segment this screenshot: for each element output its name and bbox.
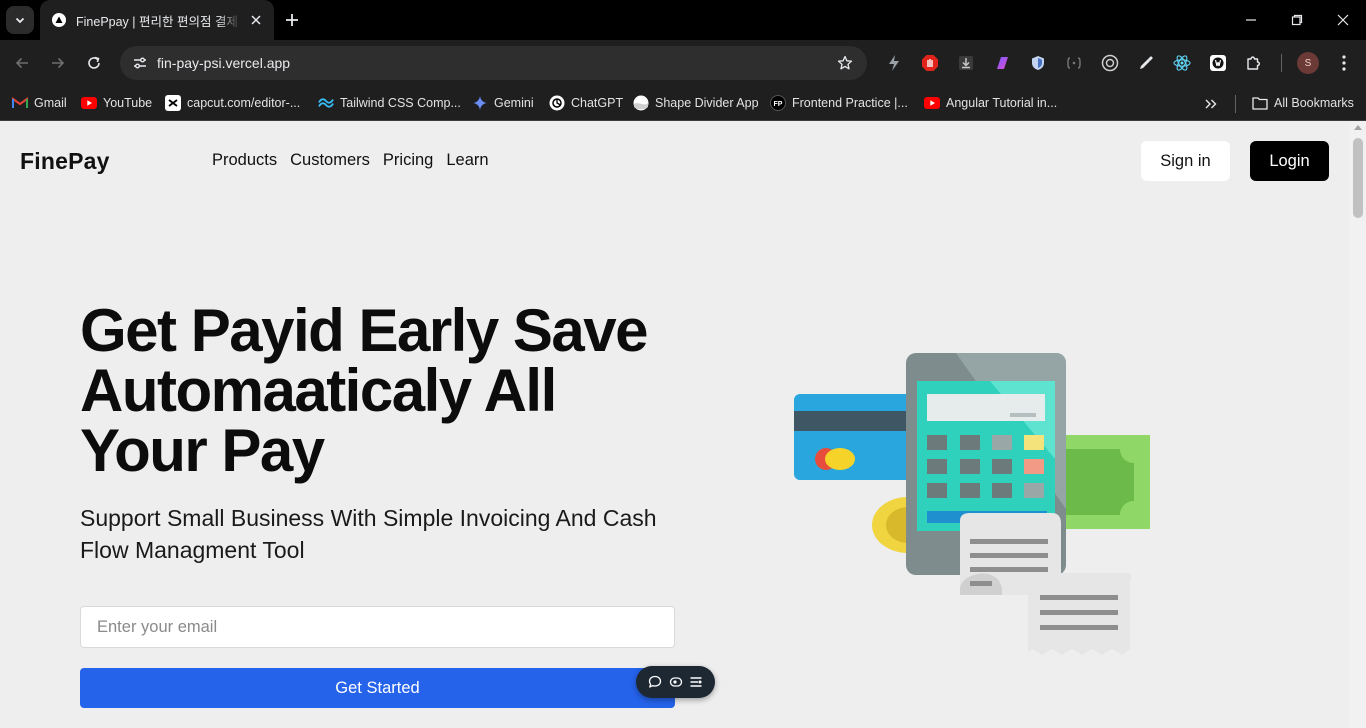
bookmark-gmail[interactable]: Gmail bbox=[12, 93, 67, 113]
brand-logo[interactable]: FinePay bbox=[20, 148, 110, 175]
folder-icon bbox=[1252, 95, 1268, 111]
bookmark-label: Tailwind CSS Comp... bbox=[340, 96, 461, 110]
bookmark-chatgpt[interactable]: ChatGPT bbox=[549, 93, 623, 113]
nav-products[interactable]: Products bbox=[212, 151, 277, 170]
scroll-thumb[interactable] bbox=[1353, 138, 1363, 218]
bookmark-label: Gemini bbox=[494, 96, 534, 110]
bookmark-label: capcut.com/editor-... bbox=[187, 96, 301, 110]
browser-tab[interactable]: FinePpay | 편리한 편의점 결제 서비스 bbox=[40, 0, 274, 40]
bookmark-youtube[interactable]: YouTube bbox=[81, 93, 152, 113]
youtube-icon bbox=[81, 95, 97, 111]
fp-icon: FP bbox=[770, 95, 786, 111]
tab-title: FinePpay | 편리한 편의점 결제 서비스 bbox=[76, 14, 242, 29]
get-started-button[interactable]: Get Started bbox=[80, 668, 675, 708]
comment-icon[interactable] bbox=[647, 674, 663, 690]
bracket-icon[interactable] bbox=[1064, 53, 1084, 73]
main-nav: Products Customers Pricing Learn bbox=[212, 151, 489, 170]
payment-terminal-illustration bbox=[794, 353, 1150, 655]
bookmark-angular[interactable]: Angular Tutorial in... bbox=[924, 93, 1057, 113]
gradient-icon[interactable] bbox=[992, 53, 1012, 73]
gemini-icon bbox=[472, 95, 488, 111]
scrollbar[interactable] bbox=[1350, 121, 1366, 728]
shape-divider-icon bbox=[633, 95, 649, 111]
tailwind-icon bbox=[318, 95, 334, 111]
stop-hand-icon[interactable] bbox=[920, 53, 940, 73]
download-icon[interactable] bbox=[956, 53, 976, 73]
youtube-icon bbox=[924, 95, 940, 111]
reload-icon[interactable] bbox=[82, 51, 106, 75]
close-icon[interactable] bbox=[248, 12, 264, 28]
forward-arrow-icon[interactable] bbox=[46, 51, 70, 75]
bookmark-tailwind[interactable]: Tailwind CSS Comp... bbox=[318, 93, 461, 113]
bookmark-label: Gmail bbox=[34, 96, 67, 110]
svg-text:FP: FP bbox=[774, 101, 783, 108]
shield-icon[interactable] bbox=[1028, 53, 1048, 73]
bookmark-capcut[interactable]: capcut.com/editor-... bbox=[165, 93, 300, 113]
react-icon[interactable] bbox=[1172, 53, 1192, 73]
wappalyzer-icon[interactable] bbox=[1208, 53, 1228, 73]
hero-title: Get Payid Early Save Automaaticaly All Y… bbox=[80, 297, 649, 484]
vercel-icon bbox=[52, 13, 66, 27]
all-bookmarks[interactable]: All Bookmarks bbox=[1252, 93, 1354, 113]
address-bar[interactable]: fin-pay-psi.vercel.app bbox=[120, 46, 867, 80]
chatgpt-icon bbox=[549, 95, 565, 111]
browser-toolbar: fin-pay-psi.vercel.app S bbox=[0, 40, 1366, 86]
floating-toolbar bbox=[636, 666, 715, 698]
hero-subtitle: Support Small Business With Simple Invoi… bbox=[80, 505, 657, 563]
receipt-icon bbox=[960, 513, 1132, 655]
eye-icon[interactable] bbox=[668, 674, 684, 690]
email-field[interactable] bbox=[80, 606, 675, 648]
nav-pricing[interactable]: Pricing bbox=[383, 151, 433, 170]
capcut-icon bbox=[165, 95, 181, 111]
nav-learn[interactable]: Learn bbox=[446, 151, 488, 170]
bookmark-label: ChatGPT bbox=[571, 96, 624, 110]
bookmark-shape-divider[interactable]: Shape Divider App bbox=[633, 93, 759, 113]
tab-search-icon[interactable] bbox=[6, 6, 34, 34]
bookmarks-bar: Gmail YouTube capcut.com/editor-... Tail… bbox=[0, 86, 1366, 121]
bolt-icon[interactable] bbox=[884, 53, 904, 73]
close-window-icon[interactable] bbox=[1333, 10, 1353, 30]
bookmark-label: Frontend Practice |... bbox=[792, 96, 908, 110]
plus-icon[interactable] bbox=[282, 10, 302, 30]
sign-in-button[interactable]: Sign in bbox=[1141, 141, 1230, 181]
all-bookmarks-label: All Bookmarks bbox=[1274, 96, 1354, 110]
bookmarks-divider bbox=[1235, 95, 1236, 113]
chevron-double-right-icon[interactable] bbox=[1202, 95, 1220, 113]
target-icon[interactable] bbox=[1100, 53, 1120, 73]
login-button[interactable]: Login bbox=[1250, 141, 1329, 181]
toolbar-divider bbox=[1281, 54, 1282, 72]
minimize-icon[interactable] bbox=[1241, 10, 1261, 30]
bookmark-frontend-practice[interactable]: FP Frontend Practice |... bbox=[770, 93, 908, 113]
url-text[interactable]: fin-pay-psi.vercel.app bbox=[157, 55, 290, 71]
nav-customers[interactable]: Customers bbox=[290, 151, 370, 170]
avatar[interactable]: S bbox=[1297, 52, 1319, 74]
bookmark-label: Angular Tutorial in... bbox=[946, 96, 1058, 110]
bookmark-gemini[interactable]: Gemini bbox=[472, 93, 534, 113]
puzzle-icon[interactable] bbox=[1244, 53, 1264, 73]
tab-bar: FinePpay | 편리한 편의점 결제 서비스 bbox=[0, 0, 1366, 40]
restore-icon[interactable] bbox=[1287, 10, 1307, 30]
bookmark-label: YouTube bbox=[103, 96, 153, 110]
kebab-menu-icon[interactable] bbox=[1334, 53, 1354, 73]
scroll-up-arrow[interactable] bbox=[1354, 125, 1362, 130]
gmail-icon bbox=[12, 95, 28, 111]
settings-list-icon[interactable] bbox=[688, 674, 704, 690]
star-icon[interactable] bbox=[835, 53, 855, 73]
site-settings-icon[interactable] bbox=[128, 51, 152, 75]
eyedropper-icon[interactable] bbox=[1136, 53, 1156, 73]
bookmark-label: Shape Divider App bbox=[655, 96, 759, 110]
back-arrow-icon[interactable] bbox=[10, 51, 34, 75]
page-content: FinePay Products Customers Pricing Learn… bbox=[0, 121, 1350, 728]
